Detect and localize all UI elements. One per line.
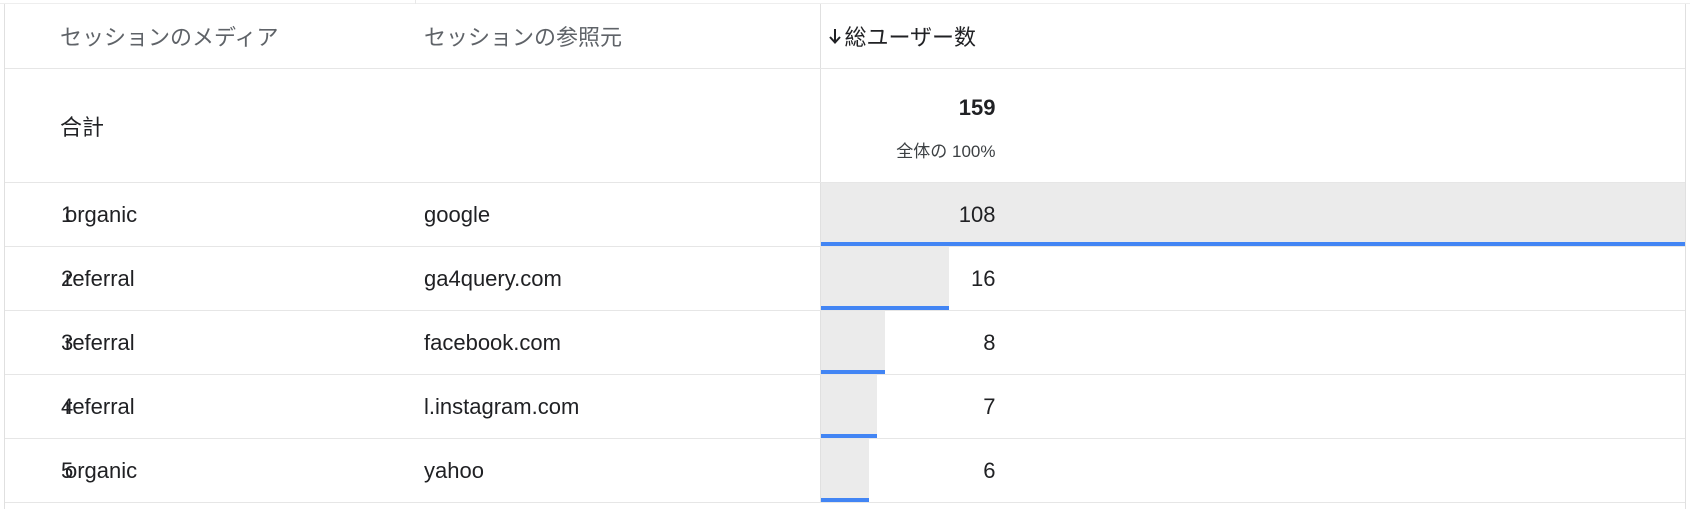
row-session-source: l.instagram.com [390, 374, 820, 439]
column-header-label: セッションの参照元 [424, 25, 623, 50]
row-total-users-value: 108 [958, 201, 996, 227]
table-row[interactable]: 2 referral ga4query.com 16 [5, 246, 1685, 311]
header-row: セッションのメディア セッションの参照元 総ユーザー数 [5, 4, 1685, 69]
row-rank: 1 [5, 182, 73, 247]
table-row[interactable]: 5 organic yahoo 6 [5, 438, 1685, 503]
arrow-down-icon[interactable] [827, 27, 843, 45]
column-header-label: 総ユーザー数 [844, 25, 977, 50]
row-rank: 2 [5, 246, 73, 311]
row-total-users-cell: 108 [819, 182, 1685, 247]
row-total-users-value: 8 [983, 329, 996, 355]
table-body: 1 organic google 108 2 referral ga4query.com 16… [5, 182, 1685, 503]
total-row: 合計 159 全体の 100% [5, 68, 1685, 183]
row-total-users-cell: 8 [819, 310, 1685, 375]
row-session-medium: organic [65, 182, 390, 247]
row-total-users-value: 7 [983, 393, 996, 419]
total-users-share: 全体の 100% [896, 142, 996, 161]
column-header-session-medium[interactable]: セッションのメディア [5, 4, 390, 69]
row-total-users-cell: 7 [819, 374, 1685, 439]
report-table-container: セッションのメディア セッションの参照元 総ユーザー数 合計 159 全体の 1… [4, 4, 1686, 509]
row-total-users-value: 16 [971, 265, 996, 291]
row-session-medium: referral [65, 374, 390, 439]
total-users-cell: 159 全体の 100% [819, 68, 1685, 183]
row-session-source: google [390, 182, 820, 247]
row-session-medium: referral [65, 246, 390, 311]
row-rank: 3 [5, 310, 73, 375]
row-session-source: ga4query.com [390, 246, 820, 311]
row-rank: 5 [5, 438, 73, 503]
total-users-value: 159 [958, 95, 996, 120]
column-header-session-source[interactable]: セッションの参照元 [390, 4, 820, 69]
row-total-users-cell: 6 [819, 438, 1685, 503]
table-row[interactable]: 4 referral l.instagram.com 7 [5, 374, 1685, 439]
row-total-users-cell: 16 [819, 246, 1685, 311]
row-rank: 4 [5, 374, 73, 439]
table-row[interactable]: 1 organic google 108 [5, 182, 1685, 247]
row-session-source: facebook.com [390, 310, 820, 375]
row-session-source: yahoo [390, 438, 820, 503]
table-row[interactable]: 3 referral facebook.com 8 [5, 310, 1685, 375]
column-header-label: セッションのメディア [60, 25, 279, 50]
total-label: 合計 [5, 68, 820, 183]
row-session-medium: referral [65, 310, 390, 375]
row-session-medium: organic [65, 438, 390, 503]
column-header-total-users[interactable]: 総ユーザー数 [819, 4, 1685, 69]
row-total-users-value: 6 [983, 457, 996, 483]
report-table: セッションのメディア セッションの参照元 総ユーザー数 合計 159 全体の 1… [5, 4, 1685, 503]
